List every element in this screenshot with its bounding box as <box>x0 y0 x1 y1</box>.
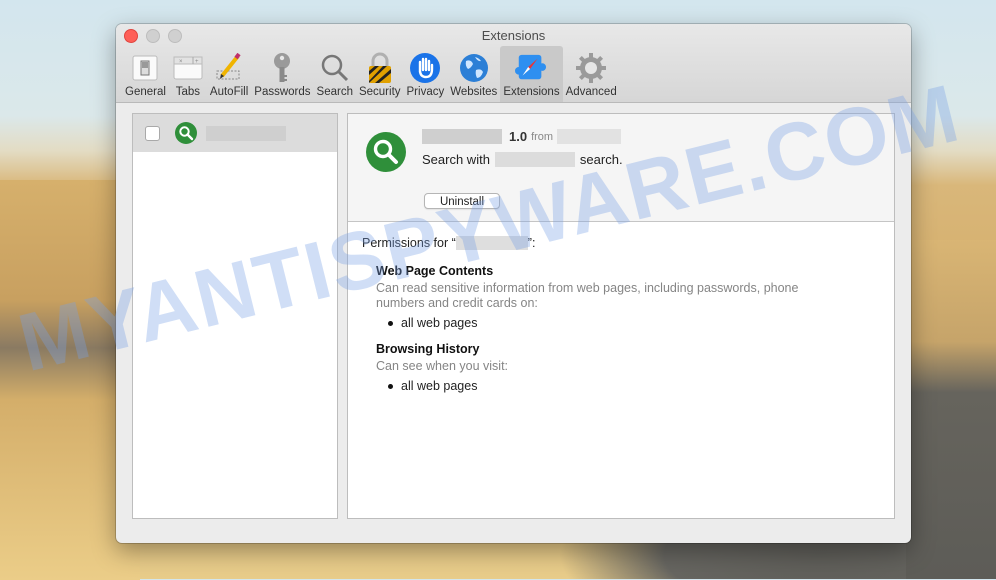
extension-list-item[interactable] <box>133 114 337 152</box>
tab-websites[interactable]: Websites <box>447 46 500 102</box>
padlock-icon <box>364 52 396 84</box>
tab-search[interactable]: Search <box>314 46 356 102</box>
tab-tabs[interactable]: × + Tabs <box>169 46 207 102</box>
extension-name-redacted <box>455 236 528 250</box>
permission-scope-item: all web pages <box>388 379 880 393</box>
tab-general[interactable]: General <box>122 46 169 102</box>
green-search-icon <box>175 122 197 144</box>
key-icon <box>266 52 298 84</box>
extension-name-redacted <box>422 129 502 144</box>
preferences-window: Extensions General × + Tabs AutoFill Pas… <box>116 24 911 543</box>
titlebar: Extensions General × + Tabs AutoFill Pas… <box>116 24 911 103</box>
puzzle-compass-icon <box>515 52 547 84</box>
bullet-icon <box>388 320 393 326</box>
from-label: from <box>531 130 554 143</box>
permission-web-page-contents: Web Page Contents Can read sensitive inf… <box>376 264 880 330</box>
extension-detail: 1.0 from Search with search. Uninstall P… <box>347 113 895 519</box>
svg-text:×: × <box>179 59 183 65</box>
search-name-redacted <box>494 152 575 167</box>
preferences-toolbar: General × + Tabs AutoFill Passwords Sear… <box>122 46 620 102</box>
extension-header: 1.0 from Search with search. Uninstall <box>348 114 894 222</box>
wallpaper-dune-right <box>906 240 996 579</box>
developer-name-redacted <box>557 129 622 144</box>
permission-browsing-history: Browsing History Can see when you visit:… <box>376 342 880 393</box>
uninstall-button[interactable]: Uninstall <box>424 193 500 209</box>
tab-extensions[interactable]: Extensions <box>500 46 563 102</box>
permission-scope-item: all web pages <box>388 316 880 330</box>
extensions-list <box>132 113 338 519</box>
svg-text:+: + <box>195 59 199 65</box>
preferences-content: 1.0 from Search with search. Uninstall P… <box>132 113 895 519</box>
tab-advanced[interactable]: Advanced <box>563 46 620 102</box>
magnifier-icon <box>319 52 351 84</box>
permissions-section: Permissions for “ ”: Web Page Contents C… <box>348 222 894 407</box>
tab-passwords[interactable]: Passwords <box>251 46 313 102</box>
window-title: Extensions <box>481 28 546 43</box>
bullet-icon <box>388 383 393 389</box>
extension-description: Search with search. <box>422 152 623 167</box>
pencil-icon <box>213 52 245 84</box>
extension-version: 1.0 <box>509 129 528 144</box>
extension-title: 1.0 from <box>422 129 622 144</box>
permissions-heading: Permissions for “ ”: <box>362 236 536 250</box>
hand-icon <box>409 52 441 84</box>
green-search-icon <box>366 132 406 172</box>
globe-icon <box>458 52 490 84</box>
tab-autofill[interactable]: AutoFill <box>207 46 251 102</box>
general-switch-icon <box>129 52 161 84</box>
tab-security[interactable]: Security <box>356 46 404 102</box>
tab-privacy[interactable]: Privacy <box>404 46 448 102</box>
tabs-icon: × + <box>172 52 204 84</box>
extension-enable-checkbox[interactable] <box>145 125 160 141</box>
gear-icon <box>575 52 607 84</box>
extension-name-redacted <box>206 125 286 141</box>
